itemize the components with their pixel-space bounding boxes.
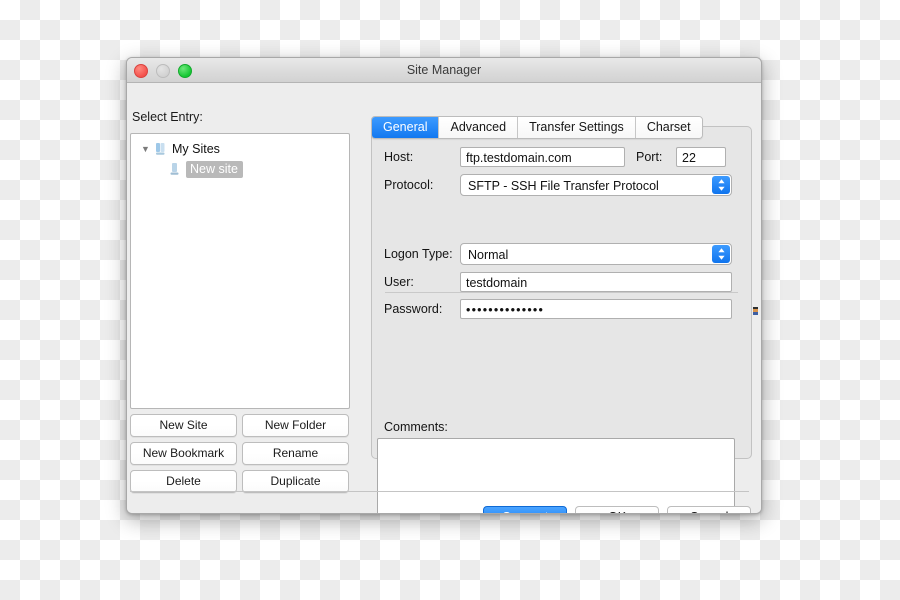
protocol-select[interactable]: SFTP - SSH File Transfer Protocol <box>460 174 732 196</box>
zoom-light[interactable] <box>178 64 192 78</box>
password-input[interactable]: •••••••••••••• <box>460 299 732 319</box>
section-divider <box>385 292 738 293</box>
protocol-label: Protocol: <box>384 178 434 192</box>
tab-advanced[interactable]: Advanced <box>439 117 519 138</box>
port-label: Port: <box>636 150 663 164</box>
window-title: Site Manager <box>406 63 482 77</box>
tree-label-my-sites: My Sites <box>172 142 220 156</box>
protocol-select-value: SFTP - SSH File Transfer Protocol <box>468 179 659 193</box>
server-icon <box>156 143 165 155</box>
comments-label: Comments: <box>384 420 448 434</box>
new-site-button[interactable]: New Site <box>130 414 237 437</box>
tree-label-new-site: New site <box>186 160 243 178</box>
rename-button[interactable]: Rename <box>242 442 349 465</box>
site-action-buttons: New Site New Folder New Bookmark Rename … <box>130 414 349 493</box>
ok-button[interactable]: OK <box>575 506 659 513</box>
select-entry-label: Select Entry: <box>132 110 203 124</box>
footer-buttons: Connect OK Cancel <box>483 506 751 513</box>
dialog-body: Select Entry: ▼ My Sites New site New Si… <box>127 83 761 513</box>
port-input[interactable]: 22 <box>676 147 726 167</box>
host-label: Host: <box>384 150 414 164</box>
protocol-row: Protocol: SFTP - SSH File Transfer Proto… <box>384 174 732 196</box>
footer-separator <box>130 491 749 492</box>
site-tree-panel[interactable]: ▼ My Sites New site <box>130 133 350 409</box>
password-label: Password: <box>384 302 443 316</box>
traffic-lights <box>134 64 192 78</box>
new-folder-button[interactable]: New Folder <box>242 414 349 437</box>
settings-tabstrip: General Advanced Transfer Settings Chars… <box>371 116 703 139</box>
chevron-down-icon[interactable]: ▼ <box>141 144 154 154</box>
password-row: Password: •••••••••••••• <box>384 299 732 319</box>
comments-textarea[interactable] <box>377 438 735 513</box>
user-label: User: <box>384 275 414 289</box>
tab-transfer-settings[interactable]: Transfer Settings <box>518 117 636 138</box>
tab-charset[interactable]: Charset <box>635 117 702 138</box>
logon-type-row: Logon Type: Normal <box>384 243 732 265</box>
delete-button[interactable]: Delete <box>130 470 237 493</box>
cancel-button[interactable]: Cancel <box>667 506 751 513</box>
logon-type-select-value: Normal <box>468 248 509 262</box>
duplicate-button[interactable]: Duplicate <box>242 470 349 493</box>
stepper-arrows-icon[interactable] <box>712 245 730 263</box>
image-edge-artifact <box>753 307 758 315</box>
user-row: User: testdomain <box>384 272 732 292</box>
host-row: Host: ftp.testdomain.com Port: 22 <box>384 147 726 167</box>
stepper-arrows-icon[interactable] <box>712 176 730 194</box>
close-light[interactable] <box>134 64 148 78</box>
logon-type-label: Logon Type: <box>384 247 453 261</box>
window-titlebar: Site Manager <box>127 58 761 83</box>
site-manager-window: Site Manager Select Entry: ▼ My Sites Ne… <box>126 57 762 514</box>
new-bookmark-button[interactable]: New Bookmark <box>130 442 237 465</box>
tree-item-new-site[interactable]: New site <box>131 159 349 179</box>
minimize-light[interactable] <box>156 64 170 78</box>
user-input[interactable]: testdomain <box>460 272 732 292</box>
host-input[interactable]: ftp.testdomain.com <box>460 147 625 167</box>
tab-general[interactable]: General <box>372 117 440 138</box>
connect-button[interactable]: Connect <box>483 506 567 513</box>
server-icon <box>170 163 179 175</box>
logon-type-select[interactable]: Normal <box>460 243 732 265</box>
tree-item-my-sites[interactable]: ▼ My Sites <box>131 139 349 159</box>
